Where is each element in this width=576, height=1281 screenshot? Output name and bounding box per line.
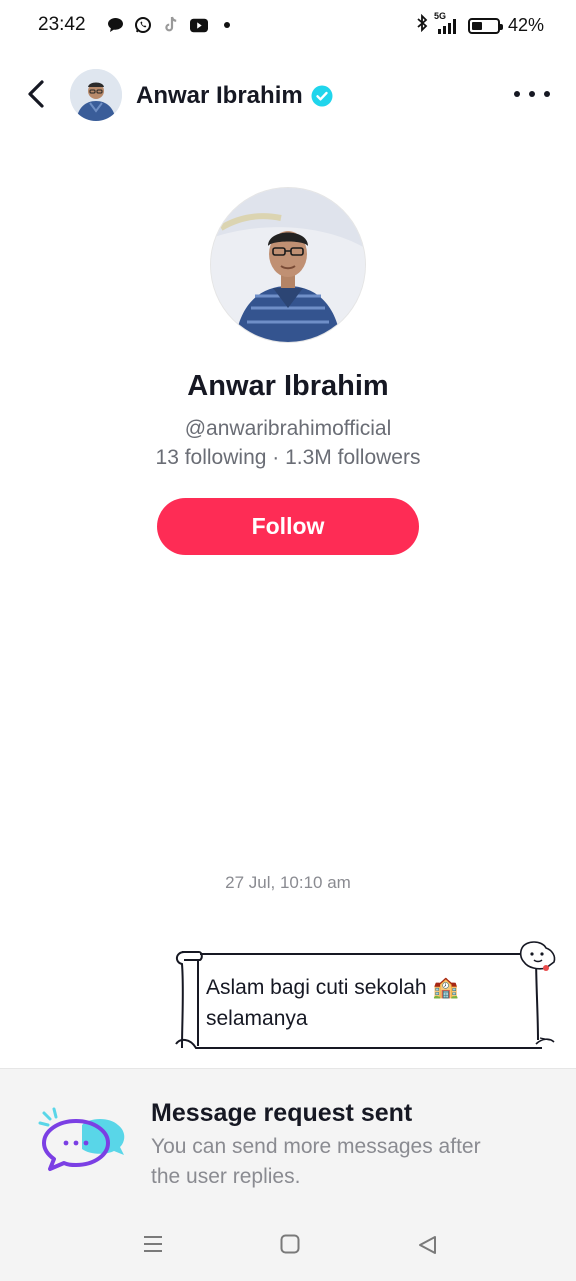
header-title[interactable]: Anwar Ibrahim [136,82,333,110]
message-timestamp: 27 Jul, 10:10 am [225,873,351,892]
header-name-label: Anwar Ibrahim [136,82,303,109]
sent-message-bubble[interactable]: Aslam bagi cuti sekolah 🏫 selamanya [170,940,558,1055]
chat-header: Anwar Ibrahim [0,60,576,130]
chat-bubble-icon [106,16,124,34]
dot-icon [218,16,236,34]
profile-photo [211,188,365,342]
system-nav-bar [0,1222,576,1270]
profile-avatar[interactable] [211,188,365,342]
youtube-icon [190,16,208,34]
back-button[interactable] [20,77,52,111]
status-time: 23:42 [38,14,86,35]
status-bar: 23:42 5G 42% [0,0,576,52]
header-avatar[interactable] [70,69,122,121]
bluetooth-icon [416,13,428,37]
whatsapp-icon [134,16,152,34]
network-label: 5G [433,10,446,21]
profile-handle: @anwaribrahimofficial [184,417,392,440]
more-icon [514,91,550,97]
system-status: 5G 42% [416,11,544,37]
request-subtitle: You can send more messages after the use… [151,1135,481,1188]
menu-icon[interactable] [142,1234,164,1254]
follow-button-label: Follow [251,513,325,539]
tiktok-icon [162,16,180,34]
signal-icon: 5G [434,11,460,35]
more-button[interactable] [514,82,550,106]
request-title: Message request sent [151,1099,413,1127]
notification-icons [106,16,236,34]
battery-level [471,21,483,30]
follow-button[interactable]: Follow [157,498,419,555]
avatar-image [70,69,122,121]
battery-percent: 42% [507,15,544,35]
back-triangle-icon[interactable] [416,1234,438,1256]
profile-stats: 13 following · 1.3M followers [155,446,421,469]
profile-name: Anwar Ibrahim [187,370,389,402]
battery-icon [467,17,503,34]
verified-badge-icon [311,85,333,107]
home-square-icon[interactable] [280,1234,300,1254]
message-request-icon [38,1107,125,1171]
message-text: Aslam bagi cuti sekolah 🏫 selamanya [206,976,459,1030]
back-arrow-icon [28,80,44,108]
